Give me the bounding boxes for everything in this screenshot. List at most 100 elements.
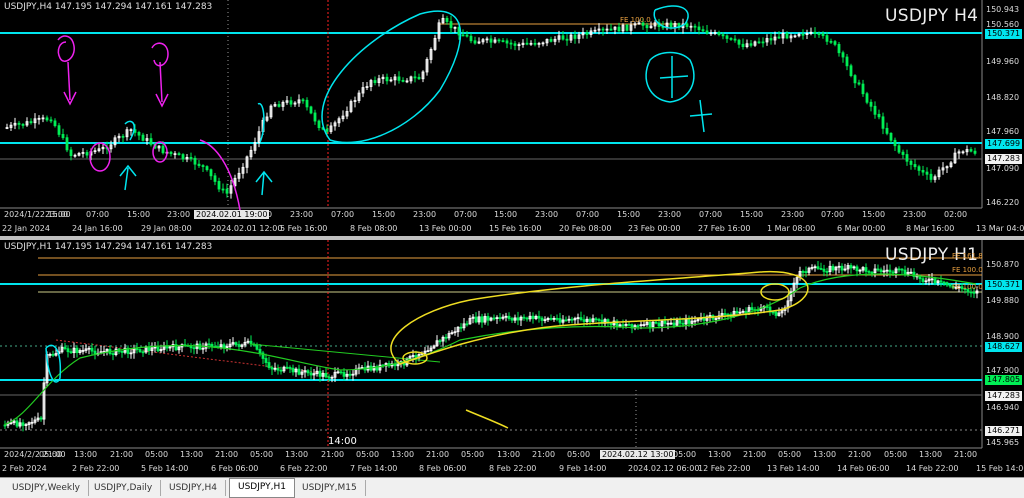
h1-candle-body xyxy=(306,370,310,374)
h1-candle-body xyxy=(255,344,259,350)
h4-time-label: 23:00 xyxy=(781,210,805,219)
h1-chart-canvas[interactable] xyxy=(0,240,1024,477)
h1-candle-body xyxy=(840,265,844,271)
h4-chart-pane[interactable]: USDJPY,H4 147.195 147.294 147.161 147.28… xyxy=(0,0,1024,236)
h1-time-label: 13:00 xyxy=(285,450,309,459)
h1-candle-body xyxy=(867,271,871,273)
tab-usdjpy-daily[interactable]: USDJPY,Daily xyxy=(86,480,162,496)
h4-candle-body xyxy=(385,76,389,82)
h4-cyan-line-price: 147.699 xyxy=(985,139,1023,149)
h1-time-label: 05:00 xyxy=(356,450,380,459)
h1-time-label: 21:00 xyxy=(532,450,556,459)
h4-candle-body xyxy=(825,35,829,42)
tab-usdjpy-h4[interactable]: USDJPY,H4 xyxy=(161,480,226,496)
h1-time-label: 21:00 xyxy=(321,450,345,459)
h1-candle-body xyxy=(234,342,238,345)
h1-candle-body xyxy=(891,271,895,274)
h4-candle-body xyxy=(705,30,709,34)
h1-candle-body xyxy=(855,266,859,272)
h4-candle-body xyxy=(849,65,853,76)
h4-candle-body xyxy=(829,40,833,43)
h4-candle-body xyxy=(725,35,729,39)
h4-candle-body xyxy=(885,127,889,134)
h4-time-label: 23:00 xyxy=(658,210,682,219)
h1-candle-body xyxy=(921,278,925,282)
h4-candle-body xyxy=(505,40,509,44)
h1-candle-body xyxy=(348,373,352,376)
h1-crosshair-time-label: 14:00 xyxy=(328,436,357,447)
h4-date-label: 22 Jan 2024 xyxy=(2,224,50,233)
h4-candle-body xyxy=(277,104,281,107)
h4-candle-body xyxy=(741,43,745,48)
h4-candle-body xyxy=(749,43,753,46)
h1-candle-body xyxy=(327,376,331,379)
chart-tab-bar: USDJPY,Weekly USDJPY,Daily USDJPY,H4 USD… xyxy=(0,477,1024,498)
h4-candle-body xyxy=(169,151,173,155)
h1-candle-body xyxy=(237,344,241,347)
h4-chart-canvas[interactable] xyxy=(0,0,1024,236)
tab-usdjpy-h1[interactable]: USDJPY,H1 xyxy=(229,478,295,498)
h4-date-label: 29 Jan 08:00 xyxy=(141,224,192,233)
h4-candle-body xyxy=(205,166,209,171)
h4-time-label: 23:00 xyxy=(290,210,314,219)
h1-cyan-line-price: 150.371 xyxy=(985,280,1023,290)
h1-time-label: 21:00 xyxy=(954,450,978,459)
h4-time-label: 23:00 xyxy=(903,210,927,219)
h4-date-label: 8 Mar 16:00 xyxy=(906,224,955,233)
h1-candle-body xyxy=(654,321,658,324)
tab-usdjpy-m15[interactable]: USDJPY,M15 xyxy=(294,480,366,496)
h4-candle-body xyxy=(213,175,217,182)
h1-candle-body xyxy=(942,281,946,284)
h1-candle-body xyxy=(135,348,139,351)
h1-date-label: 15 Feb 14:00 xyxy=(976,464,1024,473)
h4-candle-body xyxy=(149,138,153,145)
h4-candle-body xyxy=(769,38,773,41)
h1-candle-body xyxy=(582,319,586,322)
h1-time-label: 21:00 xyxy=(848,450,872,459)
h1-chart-pane[interactable]: USDJPY,H1 147.195 147.294 147.161 147.28… xyxy=(0,240,1024,477)
h1-time-label: 05:00 xyxy=(461,450,485,459)
h4-time-label: 15:00 xyxy=(127,210,151,219)
h1-candle-body xyxy=(111,353,115,356)
h4-current-price: 147.283 xyxy=(985,154,1023,164)
h4-candle-body xyxy=(317,120,321,129)
h4-date-label: 13 Feb 00:00 xyxy=(419,224,472,233)
h4-candle-body xyxy=(929,173,933,180)
h1-candle-body xyxy=(831,265,835,271)
h1-candle-body xyxy=(297,368,301,375)
h1-date-label: 6 Feb 22:00 xyxy=(280,464,328,473)
h1-time-label: 13:00 xyxy=(497,450,521,459)
h4-candle-body xyxy=(201,165,205,167)
h1-candle-body xyxy=(498,317,502,319)
h4-candle-body xyxy=(973,150,977,154)
h4-candle-body xyxy=(893,139,897,147)
h4-candle-body xyxy=(905,154,909,162)
h4-candle-body xyxy=(865,93,869,103)
h4-candle-body xyxy=(561,35,565,40)
h4-date-label: 13 Mar 04:00 xyxy=(976,224,1024,233)
h4-time-label: 07:00 xyxy=(576,210,600,219)
h1-time-label: 21:00 xyxy=(743,450,767,459)
h4-candle-body xyxy=(837,44,841,54)
tab-usdjpy-weekly[interactable]: USDJPY,Weekly xyxy=(4,480,89,496)
h1-candle-body xyxy=(342,371,346,377)
h4-candle-body xyxy=(533,42,537,45)
h4-date-label: 24 Jan 16:00 xyxy=(72,224,123,233)
h4-ohlc-info: USDJPY,H4 147.195 147.294 147.161 147.28… xyxy=(4,2,213,12)
h4-crosshair-time: 2024.02.01 19:00 xyxy=(194,210,270,219)
h1-candle-body xyxy=(141,351,145,354)
h1-candle-body xyxy=(156,346,160,352)
h1-candle-body xyxy=(804,271,808,273)
h1-candle-body xyxy=(597,319,601,321)
h1-price-label-box: 146.271 xyxy=(985,426,1023,436)
h1-candle-body xyxy=(549,318,553,320)
h1-candle-body xyxy=(192,347,196,350)
h1-candle-body xyxy=(465,323,469,326)
h1-candle-body xyxy=(318,370,322,377)
h4-candle-body xyxy=(969,149,973,152)
h4-time-label: 07:00 xyxy=(331,210,355,219)
h1-fe-label: FE 100.0 xyxy=(952,266,983,274)
h1-price-label: 149.880 xyxy=(986,296,1020,305)
h4-date-label: 1 Mar 08:00 xyxy=(767,224,816,233)
h1-time-label: 05:00 xyxy=(145,450,169,459)
